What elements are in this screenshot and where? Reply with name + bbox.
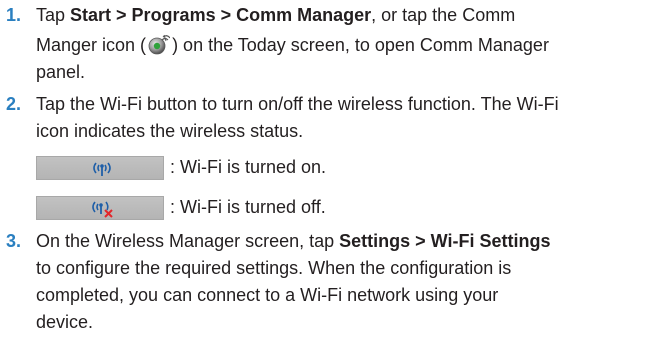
wifi-off-button [36, 196, 164, 220]
text-run: , or tap the Comm [371, 5, 516, 25]
menu-path: Settings > Wi-Fi Settings [339, 231, 551, 251]
step-3-line-4: device. [36, 312, 94, 332]
text-run: Manger icon ( [36, 35, 147, 55]
wifi-on-label: : Wi-Fi is turned on. [170, 157, 327, 177]
menu-path: Start > Programs > Comm Manager [70, 5, 372, 25]
step-2-line-1: Tap the Wi-Fi button to turn on/off the … [36, 94, 559, 114]
step-3-line-2: to configure the required settings. When… [36, 258, 512, 278]
wifi-off-icon [89, 199, 115, 218]
step-text: On the Wireless Manager screen, tap Sett… [36, 228, 657, 336]
step-3-line-3: completed, you can connect to a Wi-Fi ne… [36, 285, 499, 305]
text-run: On the Wireless Manager screen, tap [36, 231, 340, 251]
step-text: Tap the Wi-Fi button to turn on/off the … [36, 91, 657, 145]
step-text: Tap Start > Programs > Comm Manager, or … [36, 2, 657, 86]
step-1-line-3: panel. [36, 62, 86, 82]
text-run: ) on the Today screen, to open Comm Mana… [172, 35, 549, 55]
step-1-line-2: Manger icon ( ) on the Today screen, to … [36, 32, 657, 59]
text-run: Tap [36, 5, 71, 25]
step-1-line-1: Tap Start > Programs > Comm Manager, or … [36, 2, 657, 29]
wifi-off-label: : Wi-Fi is turned off. [170, 197, 326, 217]
step-3-line-1: On the Wireless Manager screen, tap Sett… [36, 228, 657, 255]
step-number: 1. [6, 5, 22, 25]
step-number: 2. [6, 94, 22, 114]
step-number: 3. [6, 231, 22, 251]
step-2-line-2: icon indicates the wireless status. [36, 121, 304, 141]
wifi-on-icon [89, 159, 115, 177]
instruction-page: 1. Tap Start > Programs > Comm Manager, … [0, 0, 657, 337]
comm-manager-icon [148, 33, 171, 55]
wifi-on-button [36, 156, 164, 180]
